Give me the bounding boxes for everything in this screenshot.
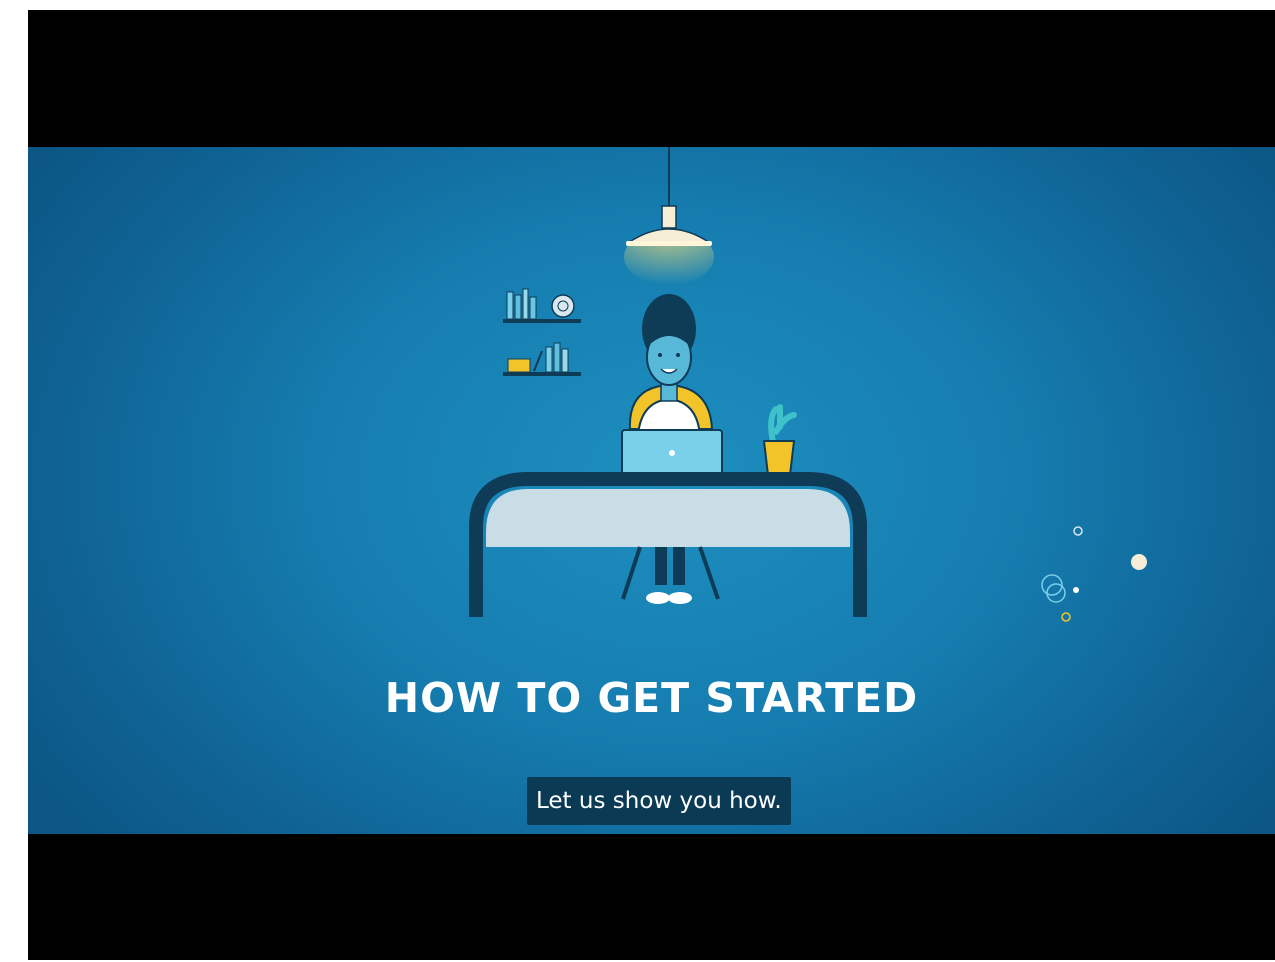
cactus-plant-icon: [762, 404, 797, 476]
video-title: HOW TO GET STARTED: [384, 674, 919, 722]
ceiling-lamp-icon: [624, 147, 714, 285]
person-illustration: [636, 294, 702, 438]
office-illustration: [469, 147, 1147, 622]
decorative-dots: [1041, 526, 1147, 622]
video-frame: HOW TO GET STARTED Let us show you how.: [28, 147, 1275, 834]
subtitle-caption: Let us show you how.: [527, 777, 791, 825]
video-player[interactable]: HOW TO GET STARTED Let us show you how.: [28, 10, 1275, 960]
laptop-icon: [621, 429, 723, 479]
desk-illustration: [469, 472, 867, 617]
bookshelf-icon: [503, 288, 581, 376]
